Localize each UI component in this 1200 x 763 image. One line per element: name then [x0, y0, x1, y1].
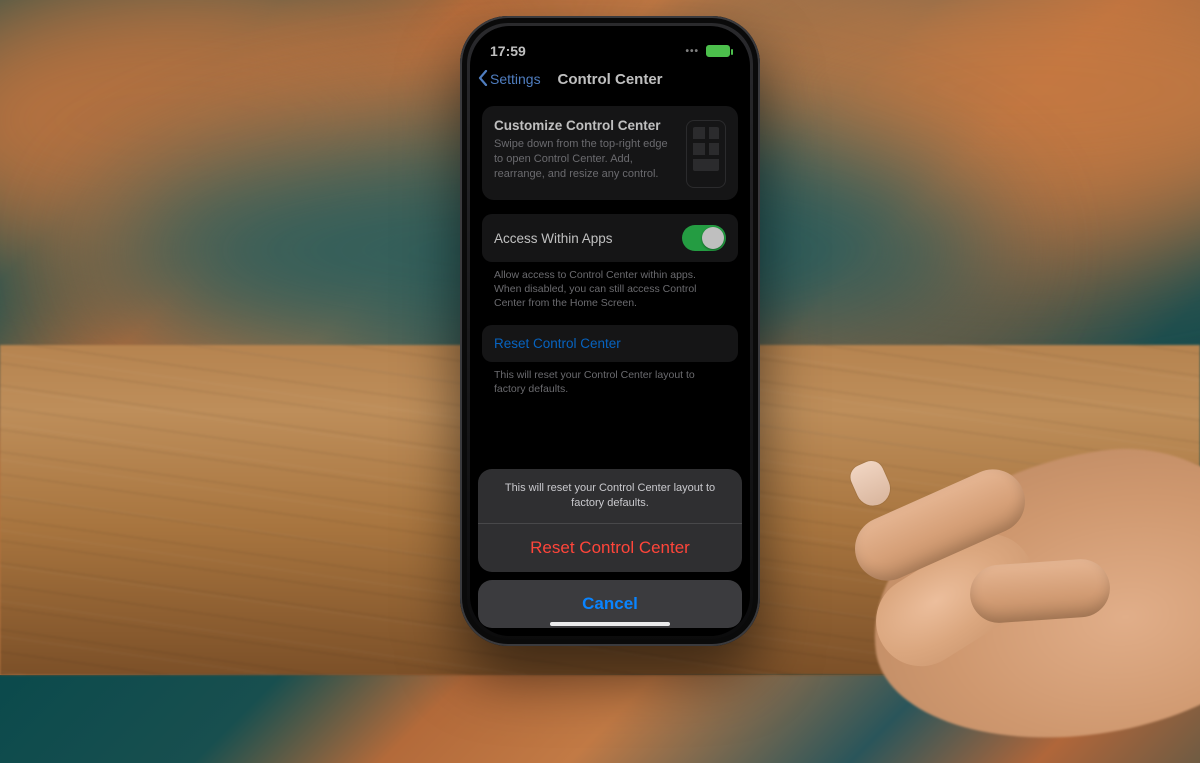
iphone-device-frame: 17:59 ••• Settings Control Center Custom…: [460, 16, 760, 646]
notch: [540, 26, 680, 52]
action-sheet: This will reset your Control Center layo…: [478, 469, 742, 628]
iphone-screen: 17:59 ••• Settings Control Center Custom…: [470, 26, 750, 636]
home-indicator[interactable]: [550, 622, 670, 626]
reset-control-center-button[interactable]: Reset Control Center: [478, 524, 742, 572]
action-sheet-message: This will reset your Control Center layo…: [478, 469, 742, 524]
cancel-button[interactable]: Cancel: [478, 580, 742, 628]
